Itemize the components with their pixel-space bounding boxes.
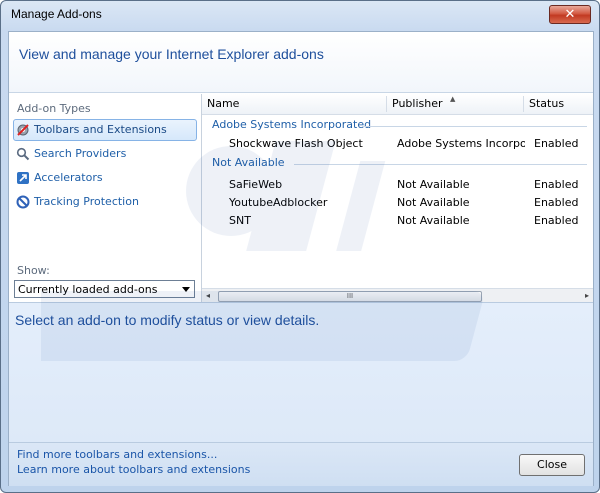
table-row[interactable]: SNT Not Available Enabled	[202, 212, 593, 230]
search-icon	[16, 147, 30, 161]
cell-name: SNT	[229, 214, 251, 227]
cell-name: YoutubeAdblocker	[229, 196, 328, 209]
column-header-row: Name Publisher ▲ Status	[202, 94, 593, 115]
cell-publisher: Not Available	[397, 178, 470, 191]
table-row[interactable]: SaFieWeb Not Available Enabled	[202, 176, 593, 194]
cell-publisher: Adobe Systems Incorpor...	[397, 137, 525, 150]
window-close-button[interactable]: ✕	[549, 5, 591, 24]
close-button[interactable]: Close	[519, 454, 585, 476]
details-text: Select an add-on to modify status or vie…	[15, 312, 320, 328]
header-title: View and manage your Internet Explorer a…	[19, 46, 324, 62]
cell-status: Enabled	[534, 137, 579, 150]
addon-type-label: Accelerators	[34, 171, 103, 184]
scroll-right-icon[interactable]: ▸	[585, 291, 589, 300]
header: View and manage your Internet Explorer a…	[9, 32, 593, 93]
cell-publisher: Not Available	[397, 196, 470, 209]
group-divider	[294, 164, 587, 165]
cell-status: Enabled	[534, 196, 579, 209]
cell-name: Shockwave Flash Object	[229, 137, 363, 150]
scroll-thumb[interactable]: III	[218, 291, 482, 302]
chevron-down-icon	[182, 287, 190, 292]
group-divider	[362, 126, 587, 127]
tracking-protection-icon	[16, 195, 30, 209]
addon-list: Name Publisher ▲ Status Adobe Systems In…	[202, 94, 593, 303]
addon-type-toolbars-extensions[interactable]: Toolbars and Extensions	[13, 119, 197, 141]
find-more-link[interactable]: Find more toolbars and extensions...	[17, 448, 217, 461]
addon-types-pane: Add-on Types Toolbars and Extensions Sea…	[9, 94, 201, 302]
table-row[interactable]: Shockwave Flash Object Adobe Systems Inc…	[202, 135, 593, 153]
footer: Find more toolbars and extensions... Lea…	[9, 442, 593, 486]
window-title: Manage Add-ons	[11, 7, 102, 21]
show-label: Show:	[17, 264, 50, 277]
gear-block-icon	[17, 124, 29, 136]
table-row[interactable]: YoutubeAdblocker Not Available Enabled	[202, 194, 593, 212]
show-dropdown-value: Currently loaded add-ons	[18, 283, 158, 296]
cell-status: Enabled	[534, 178, 579, 191]
addon-type-label: Search Providers	[34, 147, 127, 160]
group-header-adobe: Adobe Systems Incorporated	[212, 118, 372, 131]
scroll-left-icon[interactable]: ◂	[206, 291, 210, 300]
manage-addons-window: Manage Add-ons ✕ View and manage your In…	[0, 0, 600, 493]
learn-more-link[interactable]: Learn more about toolbars and extensions	[17, 463, 250, 476]
addon-type-search-providers[interactable]: Search Providers	[13, 143, 197, 165]
addon-types-label: Add-on Types	[17, 102, 91, 115]
accelerator-icon	[17, 172, 29, 184]
dialog-client: View and manage your Internet Explorer a…	[8, 31, 594, 486]
cell-status: Enabled	[534, 214, 579, 227]
sort-ascending-icon: ▲	[450, 95, 456, 103]
cell-publisher: Not Available	[397, 214, 470, 227]
column-header-name[interactable]: Name	[202, 94, 385, 114]
group-header-not-available: Not Available	[212, 156, 285, 169]
details-pane: Select an add-on to modify status or vie…	[9, 302, 593, 443]
show-dropdown[interactable]: Currently loaded add-ons	[14, 280, 195, 298]
cell-name: SaFieWeb	[229, 178, 283, 191]
title-bar[interactable]: Manage Add-ons ✕	[1, 1, 599, 29]
addon-type-tracking-protection[interactable]: Tracking Protection	[13, 191, 197, 213]
column-header-status[interactable]: Status	[524, 94, 595, 114]
addon-types-list: Toolbars and Extensions Search Providers…	[13, 119, 197, 215]
addon-type-accelerators[interactable]: Accelerators	[13, 167, 197, 189]
addon-type-label: Toolbars and Extensions	[34, 123, 167, 136]
horizontal-scrollbar[interactable]: ◂ III ▸	[202, 288, 593, 303]
addon-type-label: Tracking Protection	[34, 195, 139, 208]
